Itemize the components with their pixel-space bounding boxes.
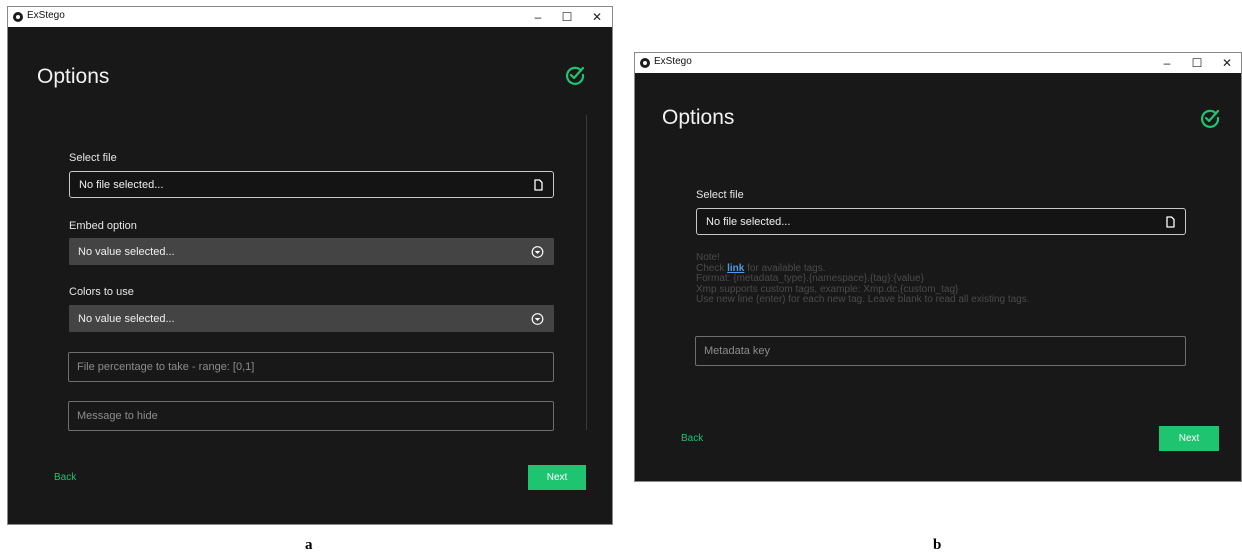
colors-to-use-select[interactable]: No value selected...: [69, 305, 554, 332]
note-text: Note! Check link for available tags. For…: [696, 252, 1030, 306]
message-input[interactable]: [68, 401, 554, 431]
check-circle-icon[interactable]: [1199, 107, 1221, 129]
embed-option-select[interactable]: No value selected...: [69, 238, 554, 265]
window-title: ExStego: [27, 10, 65, 21]
metadata-key-input[interactable]: [695, 336, 1186, 366]
page-title: Options: [37, 65, 110, 88]
maximize-button[interactable]: ☐: [1184, 53, 1210, 73]
colors-to-use-label: Colors to use: [69, 286, 134, 298]
title-bar: ExStego – ☐ ✕: [635, 53, 1241, 73]
select-file-label: Select file: [696, 189, 744, 201]
app-window-a: ExStego – ☐ ✕ Options Select file No fil…: [7, 6, 613, 525]
caption-a: a: [305, 537, 313, 553]
minimize-button[interactable]: –: [1154, 53, 1180, 73]
page-title: Options: [662, 106, 735, 129]
scrollbar[interactable]: [586, 115, 587, 430]
select-file-label: Select file: [69, 152, 117, 164]
chevron-down-circle-icon[interactable]: [531, 312, 544, 325]
close-button[interactable]: ✕: [584, 7, 610, 27]
note-line: Use new line (enter) for each new tag. L…: [696, 294, 1030, 305]
back-link[interactable]: Back: [681, 433, 703, 444]
embed-option-label: Embed option: [69, 220, 137, 232]
app-window-b: ExStego – ☐ ✕ Options Select file No fil…: [634, 52, 1242, 482]
back-link[interactable]: Back: [54, 472, 76, 483]
file-icon[interactable]: [534, 178, 543, 191]
close-button[interactable]: ✕: [1214, 53, 1240, 73]
app-logo-icon: [13, 12, 23, 22]
caption-b: b: [933, 537, 942, 553]
check-circle-icon[interactable]: [564, 64, 586, 86]
file-percentage-input[interactable]: [68, 352, 554, 382]
file-icon[interactable]: [1166, 215, 1175, 228]
colors-to-use-value: No value selected...: [78, 312, 175, 325]
select-file-field[interactable]: No file selected...: [696, 208, 1186, 235]
select-file-field[interactable]: No file selected...: [69, 171, 554, 198]
next-button[interactable]: Next: [1159, 426, 1219, 451]
chevron-down-circle-icon[interactable]: [531, 245, 544, 258]
minimize-button[interactable]: –: [525, 7, 551, 27]
maximize-button[interactable]: ☐: [554, 7, 580, 27]
next-button[interactable]: Next: [528, 465, 586, 490]
note-line: Format: {metadata_type}.{namespace}.{tag…: [696, 273, 924, 284]
select-file-value: No file selected...: [706, 215, 791, 228]
embed-option-value: No value selected...: [78, 245, 175, 258]
window-title: ExStego: [654, 56, 692, 67]
tags-link[interactable]: link: [727, 263, 744, 274]
title-bar: ExStego – ☐ ✕: [8, 7, 612, 27]
app-logo-icon: [640, 58, 650, 68]
select-file-value: No file selected...: [79, 178, 164, 191]
